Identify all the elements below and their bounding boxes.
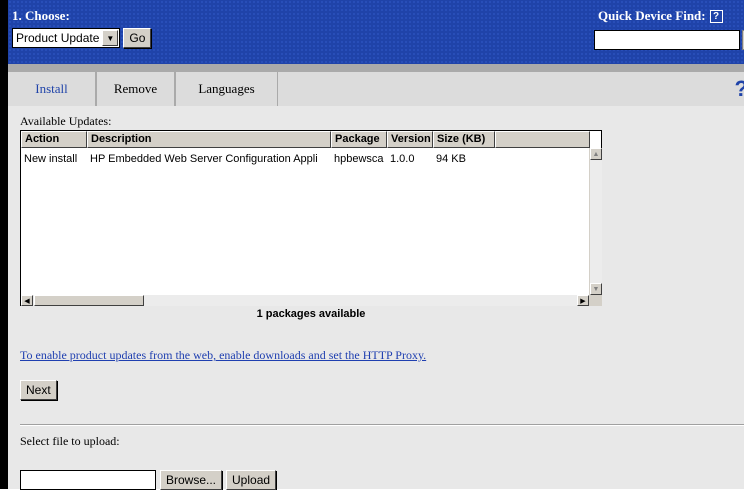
top-banner: 1. Choose: Product Update ▼ Go Quick Dev… xyxy=(8,0,744,64)
row-size: 94 KB xyxy=(436,153,466,165)
column-header-description[interactable]: Description xyxy=(87,131,331,148)
horizontal-scrollbar[interactable]: ◀ ▶ xyxy=(21,295,589,306)
vertical-scrollbar[interactable]: ▲ ▼ xyxy=(589,148,602,295)
column-header-action[interactable]: Action xyxy=(21,131,87,148)
choose-row: Product Update ▼ Go xyxy=(12,28,152,48)
chevron-down-icon[interactable]: ▼ xyxy=(102,30,119,46)
row-description: HP Embedded Web Server Configuration App… xyxy=(90,153,318,165)
tab-strip: Install Remove Languages ? xyxy=(8,64,744,106)
choose-select[interactable]: Product Update ▼ xyxy=(12,28,121,48)
scrollbar-corner xyxy=(589,295,602,306)
next-button[interactable]: Next xyxy=(20,380,57,400)
tab-remove[interactable]: Remove xyxy=(97,72,175,106)
column-header-size[interactable]: Size (KB) xyxy=(433,131,495,148)
updates-list[interactable]: Action Description Package Version Size … xyxy=(20,130,602,306)
scroll-down-icon[interactable]: ▼ xyxy=(590,283,602,295)
scroll-left-icon[interactable]: ◀ xyxy=(21,295,33,306)
quick-device-find-label: Quick Device Find: ? xyxy=(598,8,723,24)
help-icon[interactable]: ? xyxy=(735,76,744,102)
tab-languages[interactable]: Languages xyxy=(176,72,278,106)
tab-strip-filler xyxy=(278,72,744,106)
quick-device-find-input[interactable] xyxy=(594,30,740,50)
scroll-up-icon[interactable]: ▲ xyxy=(590,148,602,160)
column-header-package[interactable]: Package xyxy=(331,131,387,148)
choose-label: 1. Choose: xyxy=(12,8,70,23)
go-button[interactable]: Go xyxy=(123,28,152,48)
browse-button[interactable]: Browse... xyxy=(160,470,223,490)
upload-button[interactable]: Upload xyxy=(226,470,277,490)
row-package: hpbewsca xyxy=(334,153,384,165)
row-version: 1.0.0 xyxy=(390,153,415,165)
tab-install[interactable]: Install xyxy=(8,72,96,106)
help-icon[interactable]: ? xyxy=(709,9,723,23)
upload-label: Select file to upload: xyxy=(20,434,120,448)
row-action: New install xyxy=(24,153,78,165)
file-path-input[interactable] xyxy=(20,470,156,490)
updates-list-header: Action Description Package Version Size … xyxy=(21,131,601,148)
choose-select-value: Product Update xyxy=(16,31,100,45)
http-proxy-link[interactable]: To enable product updates from the web, … xyxy=(20,348,426,363)
list-item[interactable]: New install HP Embedded Web Server Confi… xyxy=(21,153,495,169)
scroll-right-icon[interactable]: ▶ xyxy=(577,295,589,306)
available-updates-label: Available Updates: xyxy=(20,114,112,128)
divider xyxy=(20,424,744,426)
column-header-version[interactable]: Version xyxy=(387,131,433,148)
main-content: Available Updates: Action Description Pa… xyxy=(8,106,744,490)
horizontal-scroll-thumb[interactable] xyxy=(34,295,144,306)
upload-row: Browse... Upload xyxy=(20,470,277,490)
packages-count: 1 packages available xyxy=(256,308,366,320)
quick-device-find-text: Quick Device Find: xyxy=(598,8,706,23)
column-header-empty xyxy=(495,131,590,148)
